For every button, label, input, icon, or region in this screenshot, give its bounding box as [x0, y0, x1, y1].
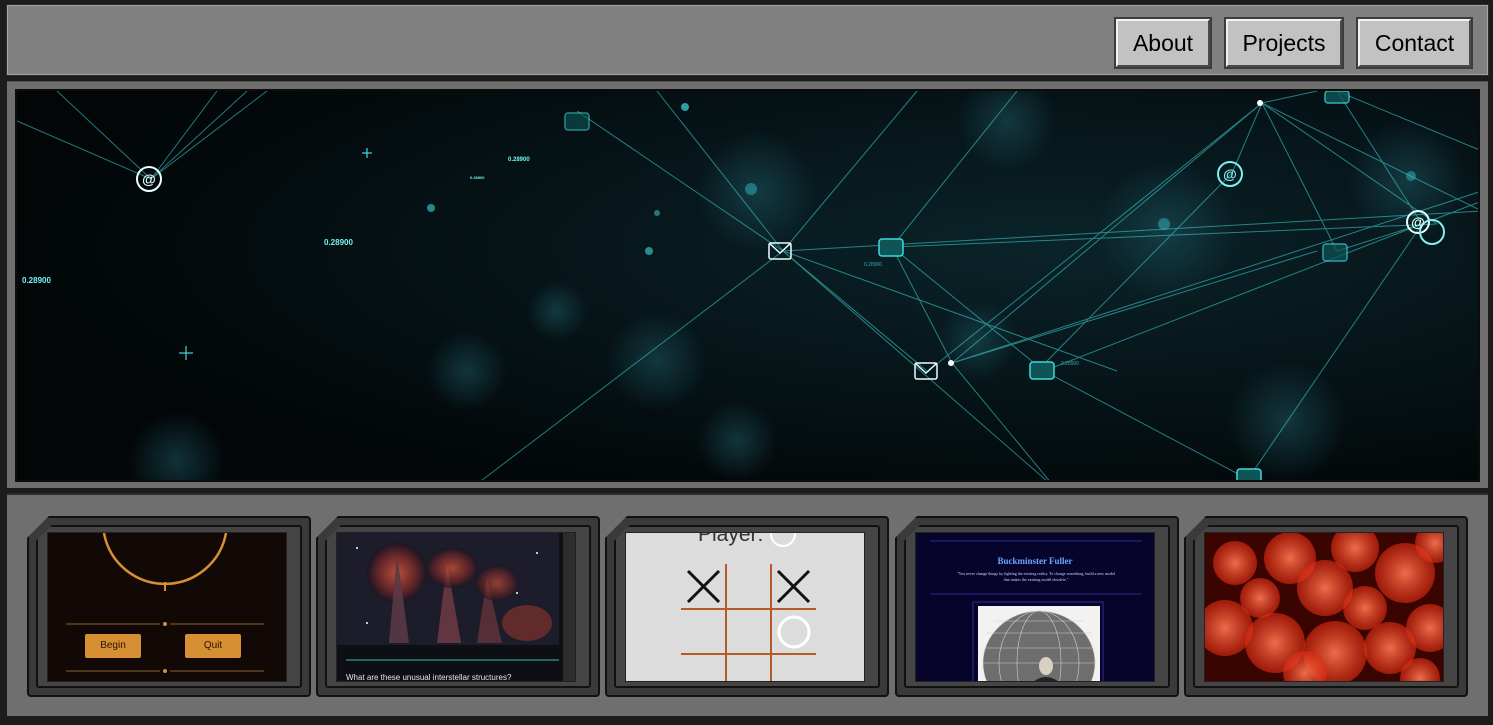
about-button[interactable]: About: [1114, 17, 1212, 69]
project-card-bokeh[interactable]: [1184, 516, 1468, 697]
readout-label: 0.28900: [1061, 361, 1080, 367]
readout-label: 0.28900: [508, 157, 530, 163]
projects-button[interactable]: Projects: [1224, 17, 1344, 69]
svg-text:@: @: [1411, 214, 1425, 230]
svg-text:@: @: [142, 171, 156, 187]
project-thumbnail: [1204, 532, 1444, 682]
project-card-tic-tac-toe[interactable]: Player:: [605, 516, 889, 697]
project-thumbnail: Player:: [625, 532, 865, 682]
hero-network-image: @ @ @ 0.28900 0.28900 0.28900 0.28900 0.…: [15, 89, 1480, 482]
project-gallery: Begin Quit What are these unusual inters…: [7, 493, 1488, 716]
hero-frame: @ @ @ 0.28900 0.28900 0.28900 0.28900 0.…: [7, 81, 1488, 488]
nebula-image: [337, 533, 575, 681]
readout-label: 0.28900: [22, 276, 51, 285]
project-card-game-menu[interactable]: Begin Quit: [27, 516, 311, 697]
tic-tac-toe-board: [681, 533, 816, 681]
begin-button[interactable]: Begin: [85, 634, 141, 658]
bokeh-image: [1205, 533, 1443, 681]
fuller-photo: [930, 540, 1142, 681]
network-graphic: @ @ @: [17, 91, 1478, 480]
project-card-interstellar[interactable]: What are these unusual interstellar stru…: [316, 516, 600, 697]
readout-label: 0.28900: [864, 262, 883, 268]
readout-label: 0.28900: [470, 175, 485, 180]
quit-button[interactable]: Quit: [185, 634, 241, 658]
readout-label: 0.28900: [324, 238, 353, 247]
project-thumbnail: Begin Quit: [47, 532, 287, 682]
project-thumbnail: What are these unusual interstellar stru…: [336, 532, 576, 682]
contact-button[interactable]: Contact: [1356, 17, 1473, 69]
project-card-buckminster-fuller[interactable]: Buckminster Fuller "You never change thi…: [895, 516, 1179, 697]
svg-text:@: @: [1223, 166, 1237, 182]
project-thumbnail: Buckminster Fuller "You never change thi…: [915, 532, 1155, 682]
game-menu-graphic: [66, 533, 264, 673]
nebula-caption: What are these unusual interstellar stru…: [346, 673, 512, 682]
site-header: About Projects Contact: [6, 4, 1489, 76]
